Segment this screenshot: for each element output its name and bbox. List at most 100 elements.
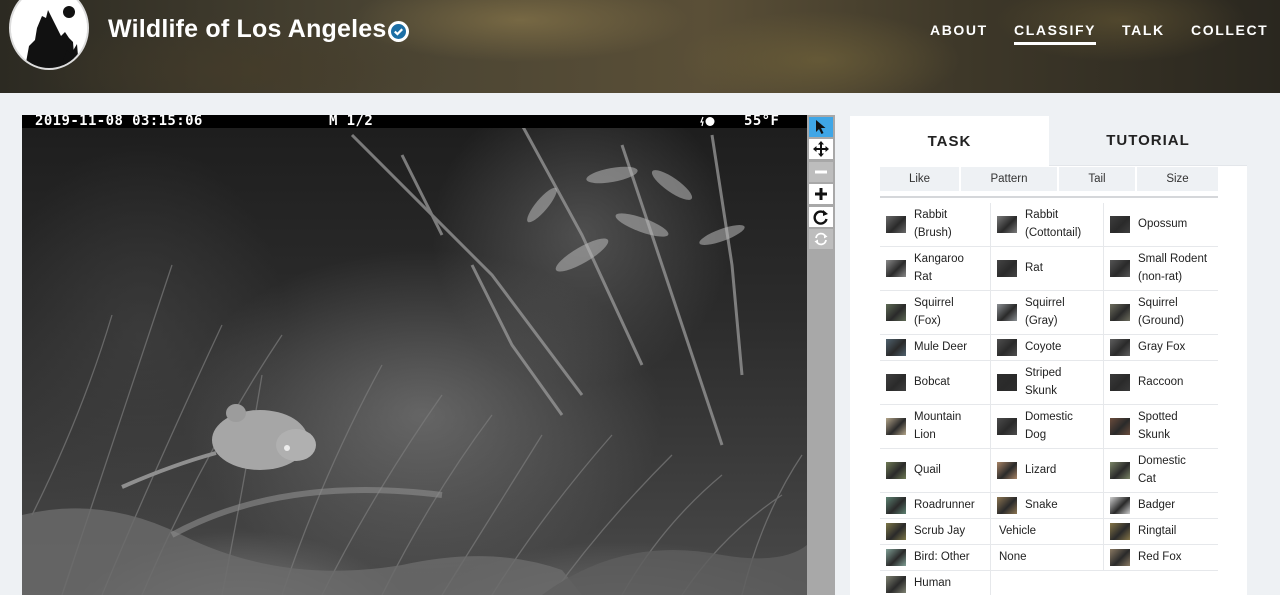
site-title[interactable]: Wildlife of Los Angeles (108, 15, 386, 44)
species-choice[interactable]: None (991, 545, 1104, 571)
species-choice[interactable]: Squirrel (Gray) (991, 291, 1104, 335)
species-choice[interactable]: Kangaroo Rat (880, 247, 991, 291)
species-choice[interactable]: Roadrunner (880, 493, 991, 519)
species-choice[interactable]: Small Rodent (non-rat) (1104, 247, 1218, 291)
species-label-line: Opossum (1138, 217, 1188, 230)
nav-classify[interactable]: CLASSIFY (1014, 22, 1097, 45)
species-thumbnail (997, 462, 1017, 479)
species-label-line: Domestic (1138, 455, 1186, 467)
species-choice[interactable]: Squirrel (Fox) (880, 291, 991, 335)
species-label: None (999, 549, 1027, 567)
species-label: Small Rodent (non-rat) (1138, 251, 1207, 286)
species-thumbnail (886, 304, 906, 321)
species-choice[interactable]: Snake (991, 493, 1104, 519)
species-thumbnail (886, 374, 906, 391)
species-choice[interactable]: Mountain Lion (880, 405, 991, 449)
species-label-line: (Gray) (1025, 314, 1058, 327)
filter-pattern[interactable]: Pattern (961, 167, 1057, 191)
species-thumbnail (886, 339, 906, 356)
species-choice[interactable]: Rat (991, 247, 1104, 291)
species-choice[interactable]: Scrub Jay (880, 519, 991, 545)
species-choice[interactable]: Ringtail (1104, 519, 1218, 545)
species-thumbnail (886, 216, 906, 233)
species-label-line: Squirrel (1138, 297, 1178, 309)
timestamp: 2019-11-08 03:15:06 (35, 115, 203, 129)
tab-tutorial[interactable]: TUTORIAL (1049, 116, 1247, 166)
species-label-line: Mountain (914, 411, 962, 423)
move-icon[interactable] (809, 139, 833, 159)
species-choice[interactable]: Rabbit (Brush) (880, 203, 991, 247)
species-choice[interactable]: Mule Deer (880, 335, 991, 361)
species-choice[interactable]: Striped Skunk (991, 361, 1104, 405)
species-choice[interactable]: Raccoon (1104, 361, 1218, 405)
species-label-line: Squirrel (914, 297, 954, 309)
species-label: Mule Deer (914, 339, 967, 357)
zoom-out-icon[interactable] (809, 162, 833, 182)
species-label: Raccoon (1138, 374, 1183, 392)
species-thumbnail (886, 462, 906, 479)
species-label-line: Squirrel (1025, 297, 1065, 309)
species-choice[interactable]: Squirrel (Ground) (1104, 291, 1218, 335)
species-choice[interactable]: Opossum (1104, 203, 1218, 247)
nav-collect[interactable]: COLLECT (1191, 22, 1268, 44)
species-label-line: Rabbit (1025, 209, 1059, 221)
nav-talk[interactable]: TALK (1122, 22, 1165, 44)
species-label-line: Lizard (1025, 463, 1057, 476)
species-label: Vehicle (999, 523, 1036, 541)
species-label: Snake (1025, 497, 1058, 515)
species-choice[interactable]: Lizard (991, 449, 1104, 493)
species-thumbnail (997, 497, 1017, 514)
species-choice[interactable]: Bobcat (880, 361, 991, 405)
zoom-in-icon[interactable] (809, 184, 833, 204)
species-thumbnail (997, 374, 1017, 391)
filter-tail[interactable]: Tail (1059, 167, 1135, 191)
species-choice[interactable]: Human (880, 571, 991, 595)
check-badge-icon (388, 21, 409, 42)
species-choice[interactable]: Rabbit (Cottontail) (991, 203, 1104, 247)
species-label-line: Bobcat (914, 375, 950, 388)
tab-task[interactable]: TASK (850, 116, 1049, 166)
species-choice[interactable]: Gray Fox (1104, 335, 1218, 361)
rotate-icon[interactable] (809, 207, 833, 227)
species-label: Roadrunner (914, 497, 975, 515)
species-thumbnail (1110, 374, 1130, 391)
subject-image[interactable]: 2019-11-08 03:15:06 M 1/2 55°F (22, 115, 807, 595)
species-choice[interactable]: Red Fox (1104, 545, 1218, 571)
species-thumbnail (997, 260, 1017, 277)
species-label: Rat (1025, 260, 1043, 278)
species-label: Quail (914, 462, 941, 480)
species-choice[interactable]: Domestic Dog (991, 405, 1104, 449)
species-thumbnail (1110, 497, 1130, 514)
nav-about[interactable]: ABOUT (930, 22, 988, 44)
species-label-line: Dog (1025, 428, 1047, 441)
pointer-icon[interactable] (809, 117, 833, 137)
species-label-line: Badger (1138, 498, 1176, 511)
species-choice[interactable]: Bird: Other (880, 545, 991, 571)
species-label: Squirrel (Fox) (914, 295, 954, 330)
panel-tabs: TASK TUTORIAL (850, 116, 1247, 166)
species-label-line: (Ground) (1138, 314, 1185, 327)
species-label: Bobcat (914, 374, 950, 392)
species-label-line: None (999, 550, 1027, 563)
species-label-line: Domestic (1025, 411, 1073, 423)
species-label-line: Ringtail (1138, 524, 1177, 537)
species-choice[interactable]: Quail (880, 449, 991, 493)
filter-like[interactable]: Like (880, 167, 959, 191)
species-label-line: Small Rodent (1138, 253, 1208, 265)
species-thumbnail (1110, 339, 1130, 356)
species-choice[interactable]: Spotted Skunk (1104, 405, 1218, 449)
reset-icon[interactable] (809, 229, 833, 249)
filter-size[interactable]: Size (1137, 167, 1218, 191)
camera-mode: M 1/2 (329, 115, 374, 129)
species-label-line: Mule Deer (914, 340, 968, 353)
species-label: Striped Skunk (1025, 365, 1061, 400)
species-choice[interactable]: Domestic Cat (1104, 449, 1218, 493)
rat-subject (121, 404, 316, 489)
howling-coyote-logo-icon[interactable] (9, 0, 89, 70)
species-thumbnail (997, 304, 1017, 321)
species-choice[interactable]: Badger (1104, 493, 1218, 519)
image-toolbar (807, 115, 835, 595)
species-label: Mountain Lion (914, 409, 961, 444)
species-choice[interactable]: Coyote (991, 335, 1104, 361)
species-choice[interactable]: Vehicle (991, 519, 1104, 545)
